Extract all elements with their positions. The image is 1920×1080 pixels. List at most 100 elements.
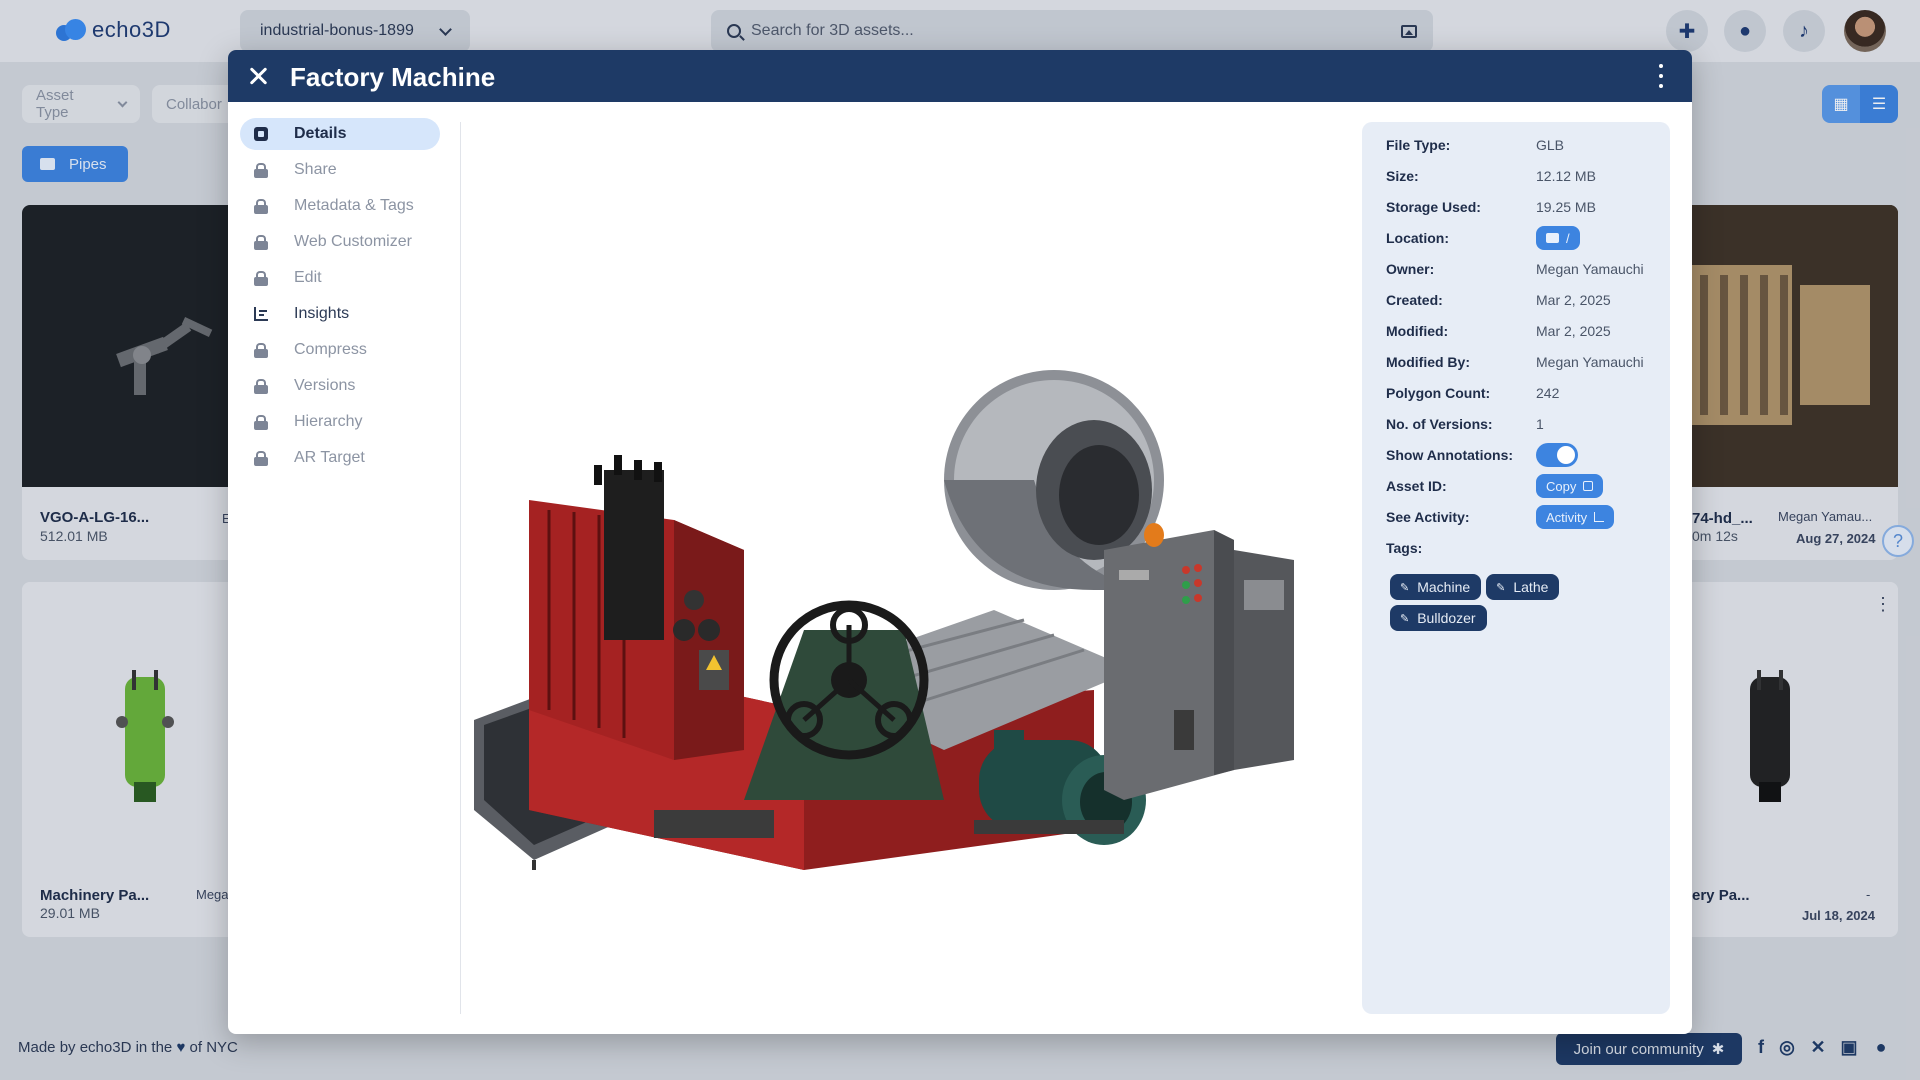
nav-item-hierarchy[interactable]: Hierarchy [240, 406, 440, 438]
nav-label: Share [294, 161, 337, 178]
storage-value: 19.25 MB [1536, 199, 1596, 215]
tag-label: Bulldozer [1417, 610, 1476, 626]
activity-label: See Activity: [1386, 509, 1470, 525]
versions-label: No. of Versions: [1386, 416, 1493, 432]
lock-icon [254, 163, 268, 178]
storage-label: Storage Used: [1386, 199, 1481, 215]
lock-icon [254, 235, 268, 250]
nav-label: Insights [294, 305, 350, 322]
tag-icon: ✎ [1400, 581, 1410, 594]
created-label: Created: [1386, 292, 1443, 308]
tag-label: Lathe [1513, 579, 1549, 595]
modified-by-value: Megan Yamauchi [1536, 354, 1644, 370]
nav-label: Metadata & Tags [294, 197, 414, 214]
versions-value: 1 [1536, 416, 1544, 432]
tag-list: ✎ Machine ✎ Lathe ✎ Bulldozer [1390, 574, 1650, 631]
tag-label: Machine [1417, 579, 1471, 595]
control-cabinet [1104, 523, 1294, 800]
row-show-annotations: Show Annotations: [1386, 443, 1656, 467]
row-size: Size: 12.12 MB [1386, 165, 1656, 187]
owner-label: Owner: [1386, 261, 1435, 277]
row-versions: No. of Versions: 1 [1386, 413, 1656, 435]
size-value: 12.12 MB [1536, 168, 1596, 184]
row-file-type: File Type: GLB [1386, 134, 1656, 156]
nav-label: Hierarchy [294, 413, 363, 430]
annotations-toggle[interactable] [1536, 443, 1578, 467]
detail-sidebar: Details Share Metadata & Tags Web Custom… [240, 118, 440, 478]
row-modified-by: Modified By: Megan Yamauchi [1386, 351, 1656, 373]
nav-item-details[interactable]: Details [240, 118, 440, 150]
modified-label: Modified: [1386, 323, 1449, 339]
handwheel [744, 600, 944, 800]
nav-label: Web Customizer [294, 233, 412, 250]
modal-header: Factory Machine [228, 50, 1692, 102]
row-location: Location: / [1386, 226, 1656, 250]
tag-machine[interactable]: ✎ Machine [1390, 574, 1482, 600]
sidebar-divider [460, 122, 461, 1014]
created-value: Mar 2, 2025 [1536, 292, 1611, 308]
lock-icon [254, 415, 268, 430]
nav-label: Details [294, 125, 347, 142]
file-type-value: GLB [1536, 137, 1565, 153]
polygon-count-label: Polygon Count: [1386, 385, 1491, 401]
row-asset-id: Asset ID: Copy [1386, 474, 1656, 498]
red-cabinet [529, 455, 744, 760]
lock-icon [254, 343, 268, 358]
polygon-count-value: 242 [1536, 385, 1560, 401]
lock-icon [254, 199, 268, 214]
cube-icon [254, 127, 268, 141]
lock-icon [254, 451, 268, 466]
row-tags: Tags: [1386, 537, 1656, 559]
asset-id-label: Asset ID: [1386, 478, 1447, 494]
3d-model-viewer[interactable] [474, 110, 1362, 1020]
tag-lathe[interactable]: ✎ Lathe [1486, 574, 1560, 600]
row-modified: Modified: Mar 2, 2025 [1386, 320, 1656, 342]
row-storage: Storage Used: 19.25 MB [1386, 196, 1656, 218]
nav-label: AR Target [294, 449, 365, 466]
nav-item-web-customizer[interactable]: Web Customizer [240, 226, 440, 258]
tag-icon: ✎ [1400, 612, 1410, 625]
factory-machine-model [474, 370, 1294, 870]
tag-icon: ✎ [1496, 581, 1506, 594]
nav-label: Compress [294, 341, 367, 358]
row-owner: Owner: Megan Yamauchi [1386, 258, 1656, 280]
location-button[interactable]: / [1536, 226, 1580, 250]
nav-item-compress[interactable]: Compress [240, 334, 440, 366]
location-label: Location: [1386, 230, 1449, 246]
owner-value: Megan Yamauchi [1536, 261, 1644, 277]
folder-icon [1546, 233, 1559, 243]
lock-icon [254, 379, 268, 394]
nav-label: Versions [294, 377, 356, 394]
asset-detail-modal: Factory Machine Details Share Metadata &… [228, 50, 1692, 1034]
modified-value: Mar 2, 2025 [1536, 323, 1611, 339]
tags-label: Tags: [1386, 540, 1423, 556]
location-value: / [1566, 230, 1570, 246]
line-chart-icon [1594, 512, 1605, 522]
activity-button-label: Activity [1546, 509, 1588, 525]
row-created: Created: Mar 2, 2025 [1386, 289, 1656, 311]
file-type-label: File Type: [1386, 137, 1451, 153]
close-icon[interactable] [246, 64, 270, 88]
modified-by-label: Modified By: [1386, 354, 1470, 370]
nav-item-ar-target[interactable]: AR Target [240, 442, 440, 474]
lock-icon [254, 271, 268, 286]
details-panel: File Type: GLB Size: 12.12 MB Storage Us… [1362, 122, 1670, 1014]
modal-title: Factory Machine [290, 62, 496, 92]
copy-asset-id-button[interactable]: Copy [1536, 474, 1604, 498]
activity-button[interactable]: Activity [1536, 505, 1615, 529]
more-options-icon[interactable] [1658, 64, 1664, 88]
nav-item-insights[interactable]: Insights [240, 298, 440, 330]
row-polygon-count: Polygon Count: 242 [1386, 382, 1656, 404]
size-label: Size: [1386, 168, 1419, 184]
tag-bulldozer[interactable]: ✎ Bulldozer [1390, 605, 1487, 631]
nav-label: Edit [294, 269, 322, 286]
copy-label: Copy [1546, 478, 1577, 494]
nav-item-versions[interactable]: Versions [240, 370, 440, 402]
nav-item-share[interactable]: Share [240, 154, 440, 186]
row-see-activity: See Activity: Activity [1386, 505, 1656, 529]
copy-icon [1583, 481, 1594, 491]
nav-item-edit[interactable]: Edit [240, 262, 440, 294]
bar-chart-icon [254, 307, 268, 321]
nav-item-metadata-tags[interactable]: Metadata & Tags [240, 190, 440, 222]
annotations-label: Show Annotations: [1386, 447, 1514, 463]
